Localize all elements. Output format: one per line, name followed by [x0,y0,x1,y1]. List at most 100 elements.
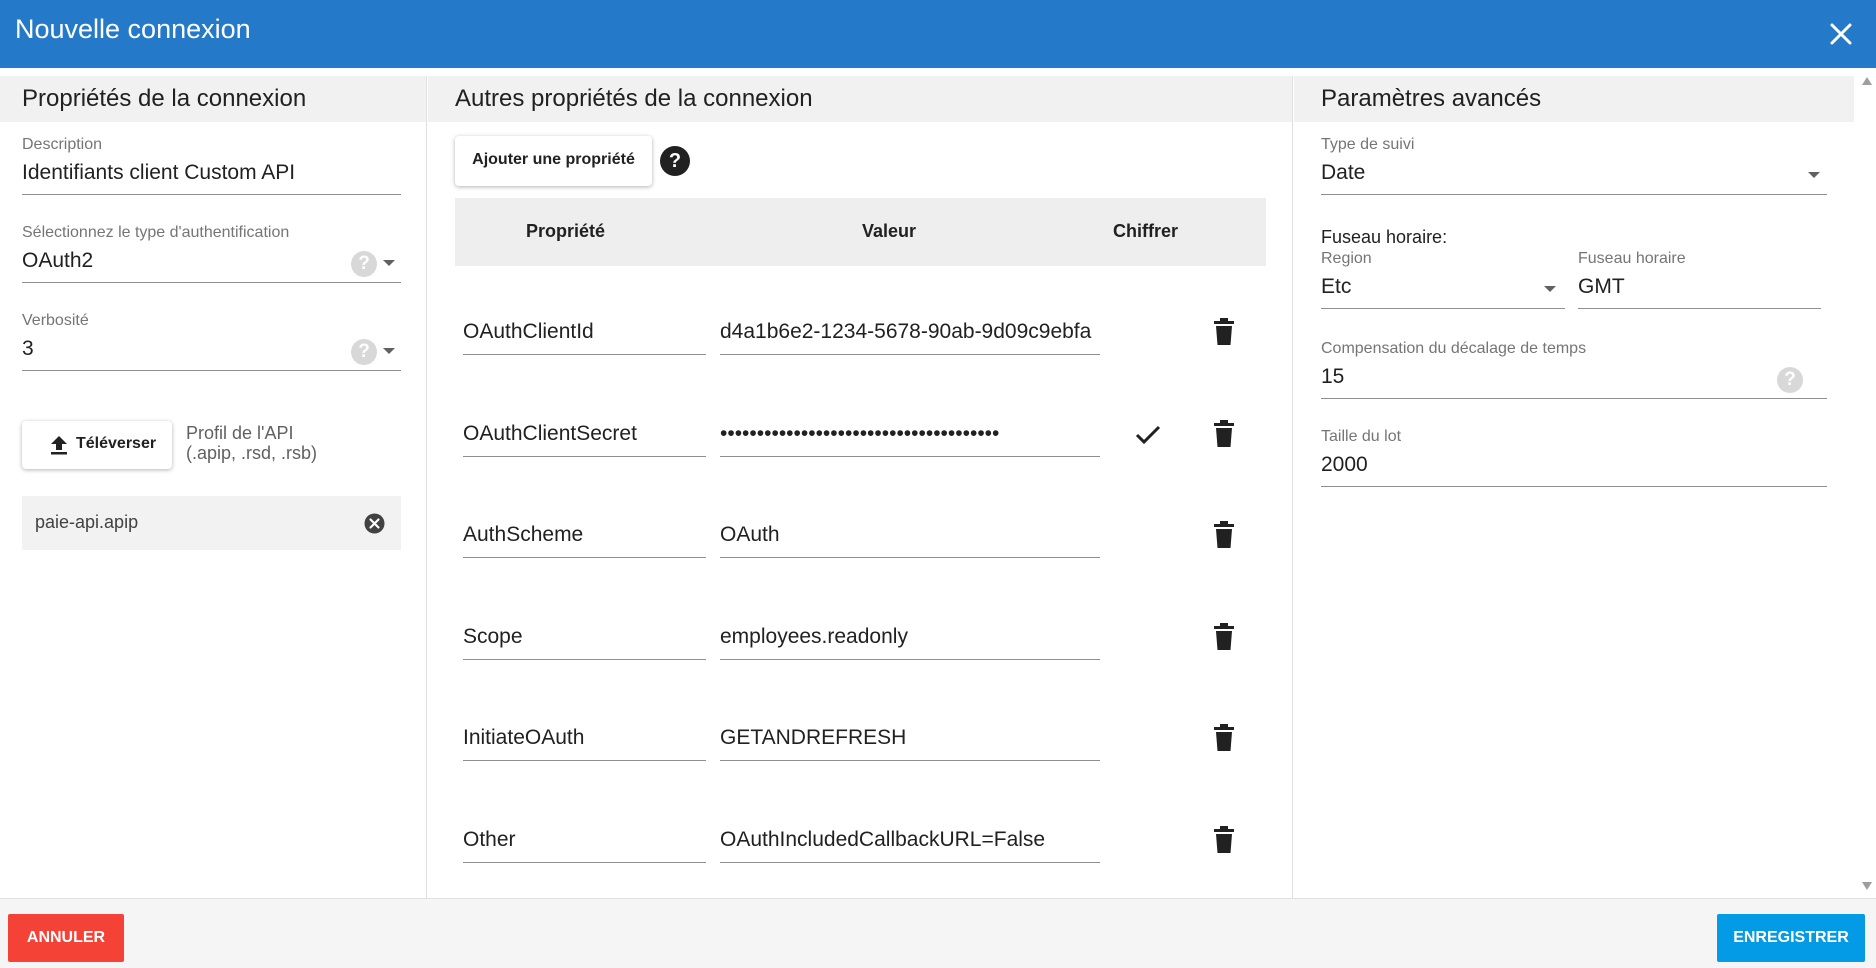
connection-properties-heading: Propriétés de la connexion [22,85,307,112]
save-button[interactable]: ENREGISTRER [1717,914,1865,962]
trash-icon[interactable] [1212,825,1236,854]
description-field[interactable]: Description Identifiants client Custom A… [22,136,401,196]
auth-type-underline [22,282,401,283]
property-name-input[interactable]: InitiateOAuth [463,702,706,772]
uploaded-file-name: paie-api.apip [35,512,139,532]
column-header-encrypt: Chiffrer [1113,221,1179,241]
timezone-field[interactable]: Fuseau horaire GMT [1578,250,1821,310]
region-value: Etc [1321,275,1352,298]
trash-icon[interactable] [1212,318,1236,346]
time-offset-field[interactable]: Compensation du décalage de temps 15 ? [1321,340,1827,400]
property-value-input[interactable]: employees.readonly [720,601,1100,671]
upload-button[interactable]: Téléverser [22,421,172,469]
trash-icon[interactable] [1212,724,1236,752]
property-name: Scope [463,624,523,648]
upload-icon [51,436,67,455]
trash-icon[interactable] [1212,419,1236,448]
batch-size-field[interactable]: Taille du lot 2000 [1321,428,1827,488]
property-name: OAuthClientSecret [463,421,637,445]
batch-size-underline [1321,486,1827,487]
property-name-input[interactable]: Scope [463,601,706,671]
properties-table-header: Propriété Valeur Chiffrer [455,198,1266,266]
encrypt-toggle[interactable] [1133,625,1163,651]
verbosity-underline [22,370,401,371]
close-icon[interactable] [1825,18,1857,50]
tracking-type-value: Date [1321,161,1366,184]
other-properties-header: Autres propriétés de la connexion [428,76,1292,122]
property-name-input[interactable]: OAuthClientSecret [463,398,706,468]
connection-properties-header: Propriétés de la connexion [0,76,426,122]
clear-circle-icon[interactable] [364,513,385,534]
property-name: Other [463,827,516,851]
scroll-up-arrow-icon[interactable] [1862,77,1872,85]
property-name-input[interactable]: OAuthClientId [463,296,706,366]
property-value-underline [720,861,1100,863]
other-properties-panel: Autres propriétés de la connexion Ajoute… [428,76,1293,898]
property-name-underline [463,760,706,761]
cancel-button[interactable]: ANNULER [8,914,124,962]
scroll-down-arrow-icon[interactable] [1862,882,1872,890]
chevron-down-icon[interactable] [1808,172,1820,178]
help-icon[interactable]: ? [351,251,377,277]
property-value: GETANDREFRESH [720,726,907,749]
column-header-property: Propriété [526,221,606,241]
add-property-button[interactable]: Ajouter une propriété [455,136,652,186]
verbosity-label: Verbosité [22,312,89,329]
property-value: d4a1b6e2-1234-5678-90ab-9d09c9ebfa [720,320,1092,343]
property-name-underline [463,658,706,660]
connection-properties-panel: Propriétés de la connexion Description I… [0,76,427,898]
timezone-input[interactable]: GMT [1578,275,1625,299]
trash-icon[interactable] [1212,521,1236,549]
property-value-input[interactable]: OAuthIncludedCallbackURL=False [720,804,1100,874]
tracking-type-select[interactable]: Type de suivi Date [1321,136,1827,196]
help-icon[interactable]: ? [1777,367,1803,393]
chevron-down-icon[interactable] [383,348,395,354]
other-properties-heading: Autres propriétés de la connexion [455,85,813,112]
encrypt-toggle[interactable] [1133,523,1163,549]
property-value-input[interactable]: GETANDREFRESH [720,702,1100,772]
batch-size-input[interactable]: 2000 [1321,453,1368,477]
property-name-underline [463,861,706,863]
property-name-underline [463,455,706,457]
encrypt-toggle[interactable] [1133,828,1163,854]
property-value-underline [720,760,1100,761]
encrypt-toggle[interactable] [1133,726,1163,752]
table-row: AuthScheme OAuth [455,499,1266,569]
time-offset-underline [1321,398,1827,399]
property-value: OAuth [720,523,780,546]
table-row: Scope employees.readonly [455,601,1266,671]
upload-hint: Profil de l'API (.apip, .rsd, .rsb) [186,423,317,463]
column-header-value: Valeur [862,221,917,241]
property-name-underline [463,557,706,558]
property-value: employees.readonly [720,624,908,648]
dialog-title: Nouvelle connexion [15,14,251,44]
property-name-input[interactable]: Other [463,804,706,874]
verbosity-select[interactable]: Verbosité 3 ? [22,312,401,372]
timezone-label: Fuseau horaire [1578,250,1686,267]
upload-hint-line1: Profil de l'API [186,423,294,443]
chevron-down-icon[interactable] [383,260,395,266]
verbosity-value: 3 [22,337,34,360]
time-offset-label: Compensation du décalage de temps [1321,340,1587,357]
property-value-underline [720,658,1100,660]
auth-type-select[interactable]: Sélectionnez le type d'authentification … [22,224,401,284]
dialog-footer: ANNULER ENREGISTRER [0,898,1876,968]
check-icon[interactable] [1133,422,1163,448]
region-select[interactable]: Region Etc [1321,250,1565,310]
encrypt-toggle[interactable] [1133,320,1163,346]
help-icon[interactable]: ? [351,339,377,365]
property-value-input[interactable]: d4a1b6e2-1234-5678-90ab-9d09c9ebfa [720,296,1100,366]
description-input[interactable]: Identifiants client Custom API [22,161,295,185]
table-row: Other OAuthIncludedCallbackURL=False [455,804,1266,874]
property-name-input[interactable]: AuthScheme [463,499,706,569]
vertical-scrollbar[interactable] [1858,70,1876,898]
time-offset-input[interactable]: 15 [1321,365,1344,389]
trash-icon[interactable] [1212,622,1236,651]
property-value-input[interactable]: •••••••••••••••••••••••••••••••••••••• [720,398,1100,468]
property-value-input[interactable]: OAuth [720,499,1100,569]
auth-type-label: Sélectionnez le type d'authentification [22,224,290,241]
help-icon[interactable]: ? [660,146,690,176]
chevron-down-icon[interactable] [1544,286,1556,292]
add-property-label: Ajouter une propriété [472,151,635,168]
timezone-heading: Fuseau horaire: [1321,227,1448,247]
